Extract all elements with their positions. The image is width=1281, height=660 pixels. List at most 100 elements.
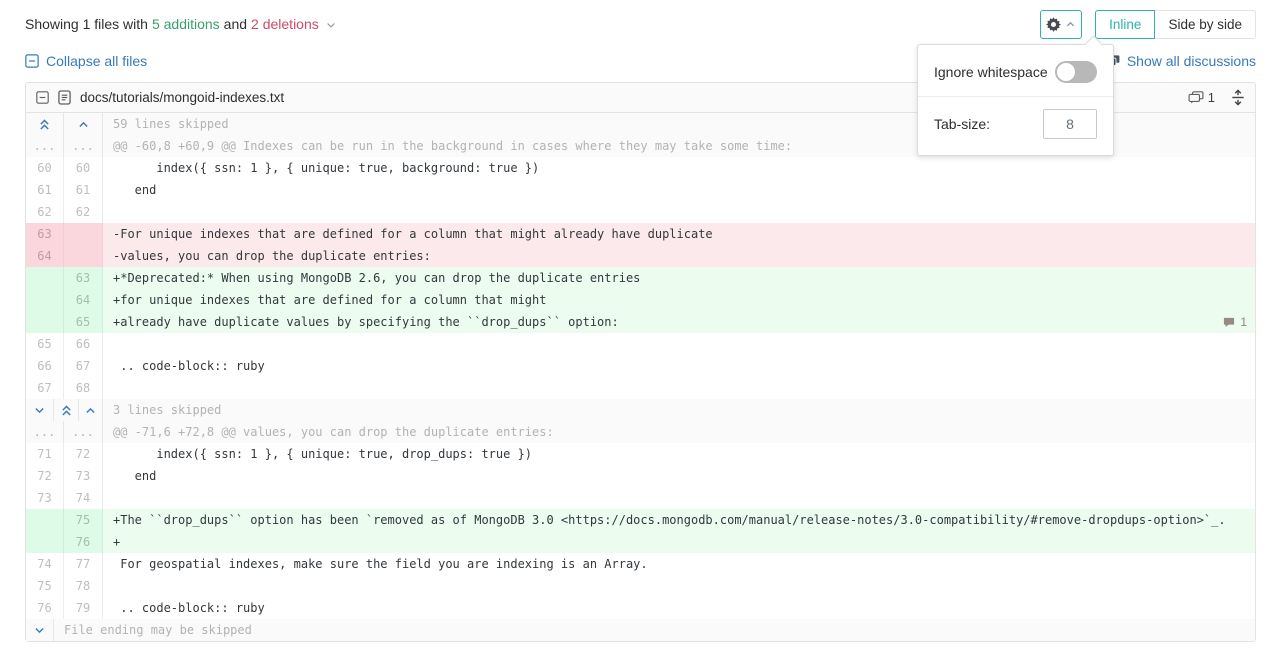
expand-all-icon[interactable]	[60, 404, 73, 417]
new-line-number[interactable]: 77	[64, 553, 103, 575]
diff-row-context: 6262	[26, 201, 1255, 223]
old-line-number[interactable]	[26, 289, 64, 311]
new-line-number[interactable]: 66	[64, 333, 103, 355]
old-line-number[interactable]: 74	[26, 553, 64, 575]
diff-settings-button[interactable]	[1040, 10, 1082, 39]
side-by-side-view-button[interactable]: Side by side	[1155, 10, 1256, 39]
expand-up-icon[interactable]	[84, 404, 97, 417]
old-line-number[interactable]: 61	[26, 179, 64, 201]
new-line-number[interactable]: 72	[64, 443, 103, 465]
summary-prefix: Showing 1 files with	[25, 16, 148, 32]
old-line-number[interactable]: 63	[26, 223, 64, 245]
old-line-ellipsis[interactable]: ...	[26, 421, 64, 443]
new-line-ellipsis[interactable]: ...	[64, 135, 103, 157]
code-line-content	[103, 377, 1255, 399]
code-text: index({ ssn: 1 }, { unique: true, backgr…	[113, 157, 539, 179]
code-text: File ending may be skipped	[64, 619, 252, 641]
new-line-number[interactable]: 79	[64, 597, 103, 619]
new-line-number[interactable]: 61	[64, 179, 103, 201]
collapse-all-files-link[interactable]: Collapse all files	[25, 53, 147, 69]
expand-all-cell[interactable]	[26, 113, 64, 135]
diff-row-add: 64+for unique indexes that are defined f…	[26, 289, 1255, 311]
old-line-number[interactable]	[26, 311, 64, 333]
old-line-number[interactable]: 65	[26, 333, 64, 355]
old-line-number[interactable]: 66	[26, 355, 64, 377]
inline-view-button[interactable]: Inline	[1095, 10, 1155, 39]
new-line-number[interactable]: 73	[64, 465, 103, 487]
diff-row-context: 6161 end	[26, 179, 1255, 201]
code-line-content: index({ ssn: 1 }, { unique: true, backgr…	[103, 157, 1255, 179]
code-text: index({ ssn: 1 }, { unique: true, drop_d…	[113, 443, 532, 465]
new-line-number[interactable]: 67	[64, 355, 103, 377]
old-line-number[interactable]: 67	[26, 377, 64, 399]
toggle-knob	[1057, 63, 1075, 81]
old-line-ellipsis[interactable]: ...	[26, 135, 64, 157]
diff-row-skipend: File ending may be skipped	[26, 619, 1255, 641]
old-line-number[interactable]	[26, 267, 64, 289]
diff-row-context: 7477 For geospatial indexes, make sure t…	[26, 553, 1255, 575]
diff-row-skip: 3 lines skipped	[26, 399, 1255, 421]
collapse-file-icon[interactable]	[36, 91, 49, 104]
new-line-number[interactable]: 76	[64, 531, 103, 553]
old-line-number[interactable]	[26, 509, 64, 531]
expand-all-cell[interactable]	[54, 399, 79, 421]
show-all-discussions-link[interactable]: Show all discussions	[1105, 53, 1256, 69]
expand-down-cell[interactable]	[26, 619, 54, 641]
diff-stats-summary[interactable]: Showing 1 files with 5 additions and 2 d…	[25, 16, 337, 32]
new-line-number[interactable]: 63	[64, 267, 103, 289]
ignore-whitespace-toggle[interactable]	[1055, 61, 1097, 83]
old-line-number[interactable]	[26, 531, 64, 553]
new-line-number[interactable]: 68	[64, 377, 103, 399]
deletions-count: 2 deletions	[251, 16, 319, 32]
old-line-number[interactable]: 73	[26, 487, 64, 509]
code-text: +	[113, 531, 120, 553]
old-line-number[interactable]: 60	[26, 157, 64, 179]
expand-file-icon[interactable]	[1231, 89, 1245, 106]
expand-up-cell[interactable]	[64, 113, 103, 135]
code-line-content: -For unique indexes that are defined for…	[103, 223, 1255, 245]
tab-size-input[interactable]	[1043, 109, 1097, 139]
new-line-number[interactable]: 65	[64, 311, 103, 333]
new-line-number[interactable]: 74	[64, 487, 103, 509]
file-comment-count-value: 1	[1208, 90, 1215, 105]
diff-row-context: 6667 .. code-block:: ruby	[26, 355, 1255, 377]
old-line-number[interactable]: 62	[26, 201, 64, 223]
expand-down-icon[interactable]	[33, 404, 46, 417]
new-line-number[interactable]: 64	[64, 289, 103, 311]
new-line-number[interactable]: 62	[64, 201, 103, 223]
collapse-all-files-label: Collapse all files	[46, 53, 147, 69]
new-line-ellipsis[interactable]: ...	[64, 421, 103, 443]
new-line-number[interactable]	[64, 245, 103, 267]
comment-flag-icon	[1223, 317, 1235, 328]
code-text: .. code-block:: ruby	[113, 597, 265, 619]
new-line-number[interactable]: 60	[64, 157, 103, 179]
old-line-number[interactable]: 72	[26, 465, 64, 487]
file-path[interactable]: docs/tutorials/mongoid-indexes.txt	[80, 90, 284, 105]
diff-row-add: 75+The ``drop_dups`` option has been `re…	[26, 509, 1255, 531]
code-line-content: +for unique indexes that are defined for…	[103, 289, 1255, 311]
line-discussion-badge[interactable]: 1	[1223, 311, 1247, 333]
diff-row-add: 63+*Deprecated:* When using MongoDB 2.6,…	[26, 267, 1255, 289]
new-line-number[interactable]: 75	[64, 509, 103, 531]
old-line-number[interactable]: 76	[26, 597, 64, 619]
expand-down-cell[interactable]	[26, 399, 54, 421]
new-line-number[interactable]: 78	[64, 575, 103, 597]
code-line-content: File ending may be skipped	[54, 619, 1255, 641]
file-comment-count[interactable]: 1	[1188, 90, 1215, 105]
comments-icon	[1188, 91, 1204, 104]
expand-all-icon[interactable]	[38, 118, 51, 131]
expand-up-icon[interactable]	[77, 118, 90, 131]
diff-row-context: 6060 index({ ssn: 1 }, { unique: true, b…	[26, 157, 1255, 179]
old-line-number[interactable]: 75	[26, 575, 64, 597]
code-line-content	[103, 333, 1255, 355]
expand-up-cell[interactable]	[79, 399, 103, 421]
diff-row-context: 7578	[26, 575, 1255, 597]
diff-row-del: 64-values, you can drop the duplicate en…	[26, 245, 1255, 267]
summary-conjunction: and	[224, 16, 247, 32]
code-text: -For unique indexes that are defined for…	[113, 223, 713, 245]
expand-down-icon[interactable]	[33, 624, 46, 637]
new-line-number[interactable]	[64, 223, 103, 245]
old-line-number[interactable]: 71	[26, 443, 64, 465]
old-line-number[interactable]: 64	[26, 245, 64, 267]
gear-icon	[1046, 17, 1061, 32]
